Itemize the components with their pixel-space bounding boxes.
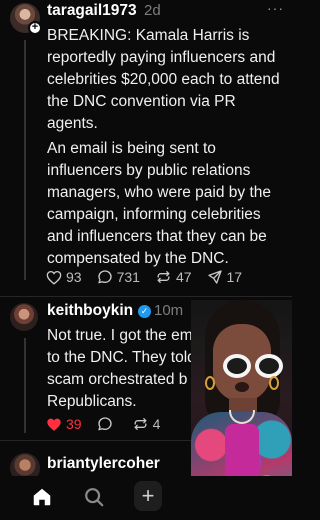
heart-icon bbox=[46, 270, 62, 285]
post-username[interactable]: taragail1973 bbox=[47, 2, 137, 20]
search-icon bbox=[85, 488, 104, 507]
follow-plus-icon[interactable]: + bbox=[28, 21, 42, 35]
sunglasses-left-lens bbox=[223, 354, 251, 378]
send-icon bbox=[207, 270, 222, 284]
thread-line bbox=[24, 338, 26, 433]
share-count: 17 bbox=[226, 269, 243, 285]
comment-icon bbox=[97, 417, 112, 431]
like-button[interactable]: 39 bbox=[46, 416, 82, 432]
repost-count: 47 bbox=[175, 269, 192, 285]
earring bbox=[269, 376, 279, 390]
post-text: BREAKING: Kamala Harris is reportedly pa… bbox=[47, 27, 280, 132]
more-options-icon[interactable]: ··· bbox=[267, 0, 284, 16]
heart-filled-icon bbox=[47, 418, 61, 431]
like-count: 39 bbox=[66, 416, 82, 432]
sunglasses-right-lens bbox=[255, 354, 283, 378]
post-text-line: to the DNC. They told bbox=[47, 349, 196, 366]
post-text-line: scam orchestrated b bbox=[47, 371, 188, 388]
new-post-icon[interactable]: + bbox=[134, 481, 162, 511]
divider bbox=[0, 296, 292, 297]
verified-badge-icon: ✓ bbox=[138, 305, 151, 318]
reply-button[interactable]: 731 bbox=[97, 269, 140, 285]
repost-button[interactable]: 47 bbox=[155, 269, 192, 285]
post-timestamp: 2d bbox=[144, 2, 161, 19]
avatar[interactable] bbox=[10, 303, 38, 331]
post-actions: 39 4 bbox=[46, 416, 175, 432]
thread-post: + taragail1973 2d ··· BREAKING: Kamala H… bbox=[0, 0, 292, 296]
post-username[interactable]: keithboykin bbox=[47, 302, 133, 320]
post-text: An email is being sent to influencers by… bbox=[47, 140, 272, 267]
repost-icon bbox=[134, 418, 147, 430]
nav-search-button[interactable] bbox=[81, 484, 107, 510]
repost-icon bbox=[157, 271, 170, 283]
post-text-line: Not true. I got the em bbox=[47, 327, 193, 344]
bottom-nav: + bbox=[0, 476, 292, 520]
comment-icon bbox=[97, 270, 112, 284]
video-person-mouth bbox=[235, 382, 249, 392]
post-actions: 93 731 47 17 bbox=[46, 269, 257, 285]
reply-button[interactable] bbox=[97, 416, 117, 432]
like-count: 93 bbox=[66, 269, 82, 285]
earring bbox=[205, 376, 215, 390]
nav-home-button[interactable] bbox=[29, 484, 55, 510]
repost-button[interactable]: 4 bbox=[132, 416, 161, 432]
post-text-line: Republicans. bbox=[47, 393, 137, 410]
like-button[interactable]: 93 bbox=[46, 269, 82, 285]
reply-count: 731 bbox=[116, 269, 140, 285]
post-text: Not true. I got the em to the DNC. They … bbox=[47, 325, 207, 413]
repost-count: 4 bbox=[152, 416, 161, 432]
home-icon bbox=[33, 488, 51, 506]
post-timestamp: 10m bbox=[154, 302, 184, 319]
post-username[interactable]: briantylercoher bbox=[47, 455, 193, 473]
thread-line bbox=[24, 40, 26, 280]
share-button[interactable]: 17 bbox=[207, 269, 243, 285]
